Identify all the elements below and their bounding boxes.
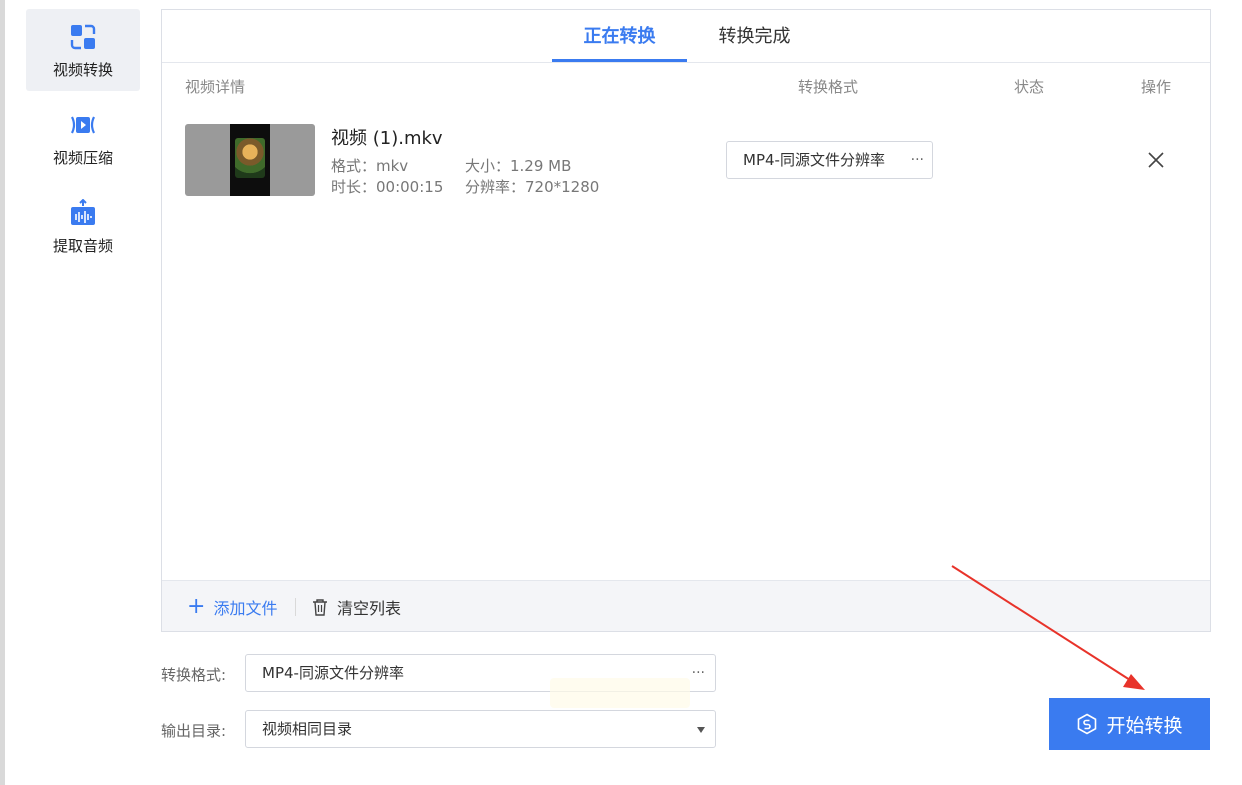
add-file-label: 添加文件 — [213, 599, 278, 618]
close-icon[interactable] — [1147, 151, 1165, 169]
video-thumbnail — [185, 124, 315, 196]
active-tab-indicator — [552, 59, 687, 62]
format-select-value: MP4-同源文件分辨率 — [262, 664, 404, 682]
file-name: 视频 (1).mkv — [331, 128, 443, 149]
column-header-details: 视频详情 — [185, 78, 246, 96]
chevron-down-icon — [697, 727, 705, 733]
file-size: 大小：1.29 MB — [465, 157, 572, 175]
convert-shield-icon — [1078, 713, 1097, 735]
sidebar: 视频转换 视频压缩 提取音频 — [26, 9, 140, 273]
video-preview-image — [235, 138, 265, 178]
trash-icon — [313, 599, 327, 616]
tab-converting[interactable]: 正在转换 — [552, 10, 687, 63]
tab-completed[interactable]: 转换完成 — [702, 10, 807, 63]
column-header-status: 状态 — [1014, 78, 1045, 96]
row-format-select[interactable]: MP4-同源文件分辨率 ··· — [726, 141, 933, 179]
add-file-button[interactable]: + 添加文件 — [187, 595, 277, 619]
format-label: 转换格式: — [161, 666, 227, 684]
compress-icon — [71, 116, 95, 134]
start-convert-button[interactable]: 开始转换 — [1049, 698, 1210, 750]
sidebar-item-label: 提取音频 — [52, 237, 113, 255]
footer-divider — [295, 598, 296, 616]
plus-icon: + — [187, 594, 206, 619]
conversion-panel: 正在转换 转换完成 视频详情 转换格式 状态 操作 视频 (1).mkv 格式：… — [161, 9, 1211, 632]
more-icon: ··· — [691, 665, 705, 681]
clear-list-button[interactable]: 清空列表 — [312, 595, 401, 619]
sidebar-item-video-compress[interactable]: 视频压缩 — [26, 97, 140, 179]
file-format: 格式：mkv — [331, 157, 409, 175]
output-dir-select[interactable]: 视频相同目录 — [245, 710, 716, 748]
sidebar-item-video-convert[interactable]: 视频转换 — [26, 9, 140, 91]
convert-icon — [70, 24, 96, 50]
faint-highlight — [550, 678, 690, 708]
start-convert-label: 开始转换 — [1106, 714, 1183, 737]
column-header-actions: 操作 — [1141, 78, 1172, 96]
tab-bar: 正在转换 转换完成 — [162, 10, 1210, 63]
output-dir-value: 视频相同目录 — [262, 720, 353, 738]
extract-audio-icon — [71, 199, 95, 225]
table-row: 视频 (1).mkv 格式：mkv 大小：1.29 MB 时长：00:00:15… — [162, 122, 1210, 198]
clear-list-label: 清空列表 — [337, 599, 402, 618]
sidebar-item-label: 视频压缩 — [52, 149, 113, 167]
column-header-format: 转换格式 — [798, 78, 859, 96]
sidebar-item-extract-audio[interactable]: 提取音频 — [26, 185, 140, 267]
file-resolution: 分辨率：720*1280 — [465, 178, 600, 196]
more-icon: ··· — [910, 152, 924, 168]
sidebar-item-label: 视频转换 — [52, 61, 113, 79]
file-duration: 时长：00:00:15 — [331, 178, 444, 196]
row-format-value: MP4-同源文件分辨率 — [743, 151, 885, 169]
panel-footer: + 添加文件 清空列表 — [162, 580, 1210, 631]
window-left-edge — [0, 0, 5, 785]
output-dir-label: 输出目录: — [161, 722, 227, 740]
